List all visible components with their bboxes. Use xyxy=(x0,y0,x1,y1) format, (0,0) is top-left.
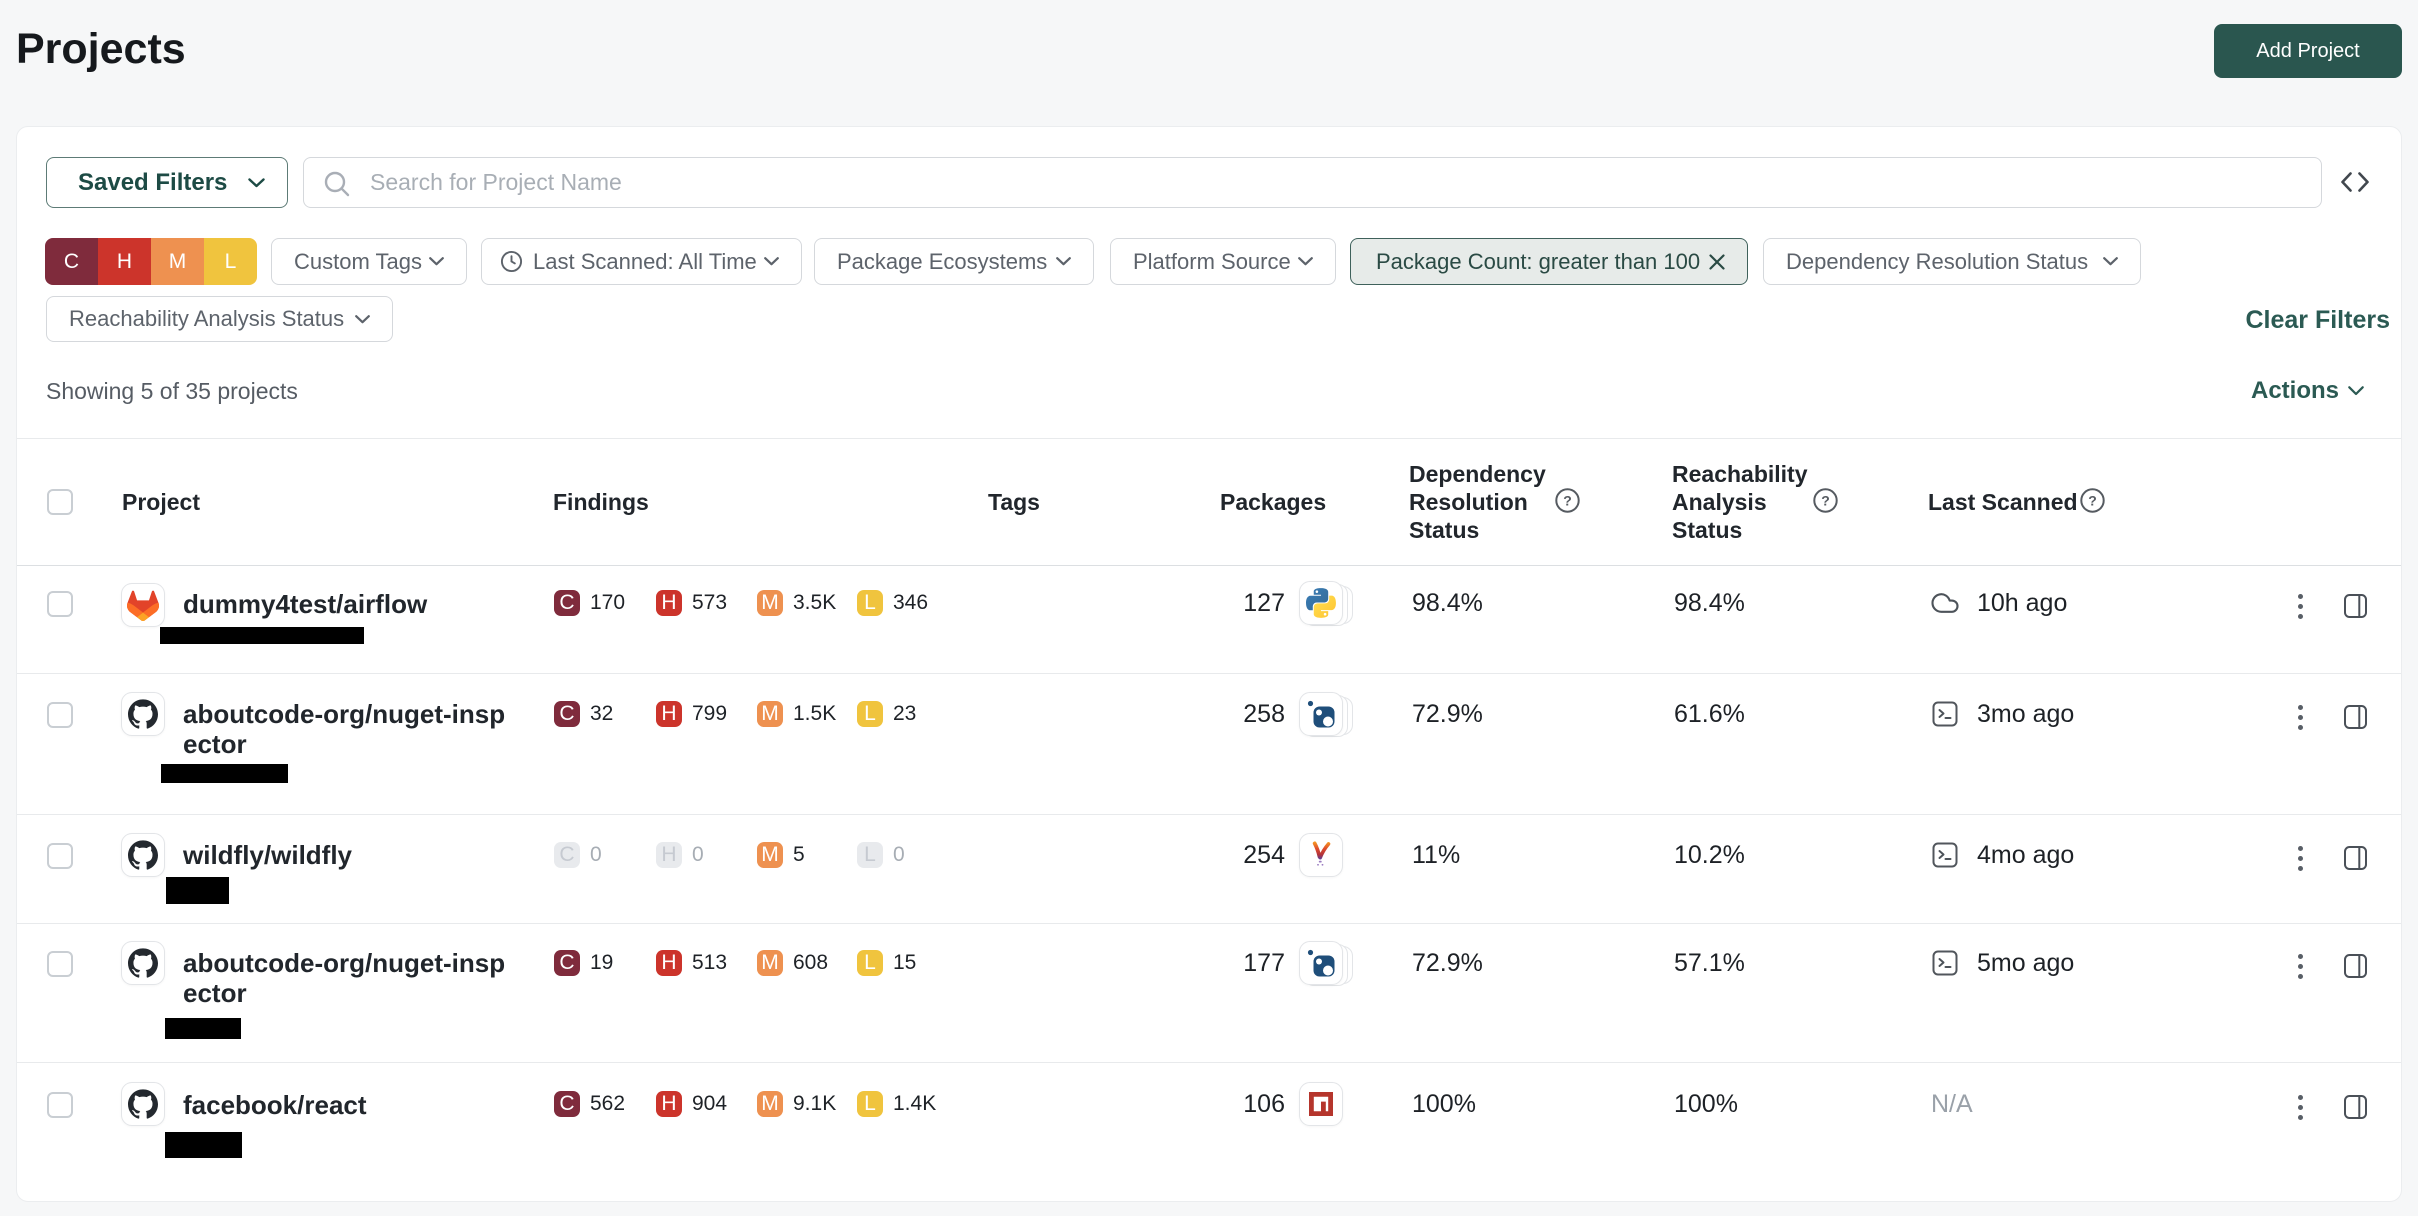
svg-text:?: ? xyxy=(1563,493,1572,509)
svg-text:?: ? xyxy=(1821,493,1830,509)
svg-text:?: ? xyxy=(2088,493,2097,509)
